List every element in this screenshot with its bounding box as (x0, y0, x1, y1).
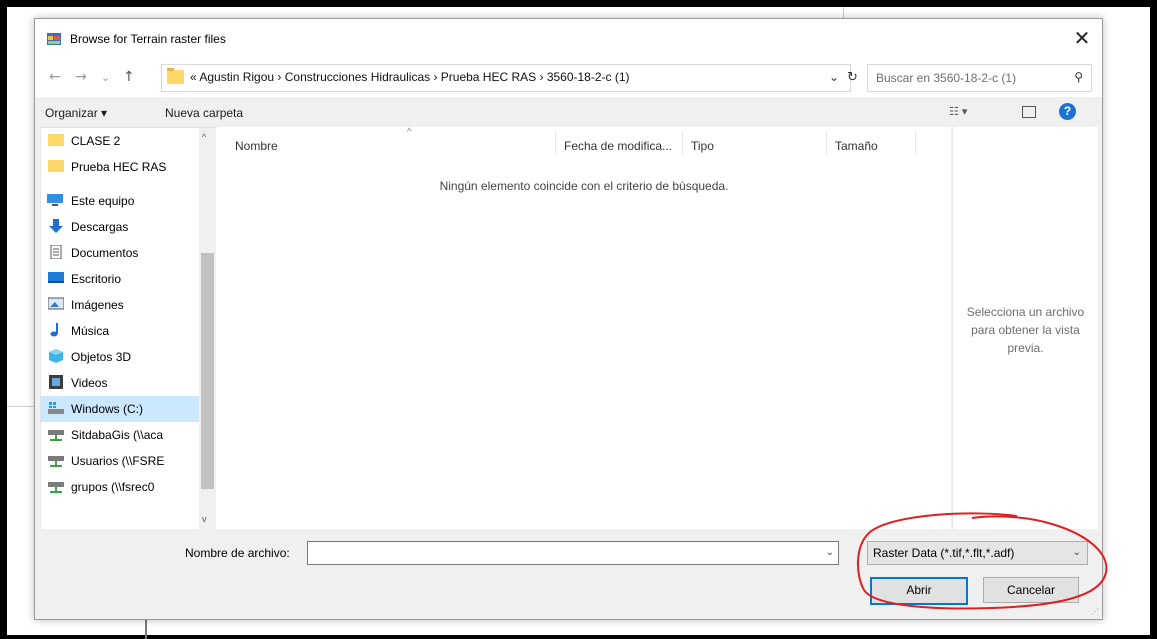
command-toolbar: Organizar ▾ Nueva carpeta ☷ ▾ ? (35, 97, 1102, 127)
file-open-dialog: Browse for Terrain raster files ✕ ← → ⌄ … (34, 18, 1103, 620)
network-drive-icon (48, 430, 64, 441)
nav-item-label: SitdabaGis (\\aca (71, 428, 164, 442)
up-arrow-icon[interactable]: ↑ (123, 69, 135, 85)
forward-arrow-icon[interactable]: → (75, 69, 87, 85)
nav-item-descargas[interactable]: Descargas (41, 214, 199, 240)
dialog-footer: Nombre de archivo: ⌄ Raster Data (*.tif,… (35, 529, 1102, 619)
scroll-down-icon[interactable]: v (202, 514, 207, 524)
nav-item-usuarios[interactable]: Usuarios (\\FSRE (41, 448, 199, 474)
nav-item-label: grupos (\\fsrec0 (71, 480, 155, 494)
nav-item-clase-2[interactable]: CLASE 2 (41, 128, 199, 154)
nav-item-sitdabagis[interactable]: SitdabaGis (\\aca (41, 422, 199, 448)
empty-folder-message: Ningún elemento coincide con el criterio… (439, 179, 729, 193)
nav-item-objetos-3d[interactable]: Objetos 3D (41, 344, 199, 370)
nav-item-imagenes[interactable]: Imágenes (41, 292, 199, 318)
nav-item-prueba-hec-ras[interactable]: Prueba HEC RAS (41, 154, 199, 180)
address-bar: ← → ⌄ ↑ « Agustin Rigou › Construcciones… (35, 59, 1102, 97)
nav-item-label: CLASE 2 (71, 134, 121, 148)
navigation-pane[interactable]: CLASE 2 Prueba HEC RAS Este equipo Desca… (40, 127, 218, 531)
nav-item-label: Videos (71, 376, 108, 390)
folder-icon (167, 68, 184, 84)
nav-item-label: Imágenes (71, 298, 124, 312)
preview-text-line: previa. (1007, 341, 1044, 355)
organize-menu-button[interactable]: Organizar ▾ (45, 106, 107, 120)
search-input[interactable]: Buscar en 3560-18-2-c (1) ⚲ (867, 64, 1092, 92)
download-icon (49, 219, 63, 233)
filename-history-chevron-icon[interactable]: ⌄ (826, 547, 834, 558)
background-window-edge (7, 406, 35, 407)
nav-item-label: Usuarios (\\FSRE (71, 454, 165, 468)
cancel-button[interactable]: Cancelar (983, 577, 1079, 603)
pictures-icon (48, 297, 64, 310)
nav-item-label: Música (71, 324, 110, 338)
nav-item-label: Este equipo (71, 194, 135, 208)
breadcrumb-path[interactable]: « Agustin Rigou › Construcciones Hidraul… (190, 70, 630, 84)
nav-pane-scrollbar[interactable]: ^ v (199, 128, 216, 530)
breadcrumb[interactable]: « Agustin Rigou › Construcciones Hidraul… (161, 64, 851, 92)
nav-item-label: Escritorio (71, 272, 122, 286)
file-type-filter-value: Raster Data (*.tif,*.flt,*.adf) (873, 546, 1015, 560)
nav-item-label: Windows (C:) (71, 402, 144, 416)
computer-icon (47, 194, 63, 206)
filename-field[interactable]: ⌄ (307, 541, 839, 565)
scroll-thumb[interactable] (201, 253, 214, 489)
search-placeholder: Buscar en 3560-18-2-c (1) (876, 71, 1017, 85)
drive-icon (48, 402, 64, 414)
nav-item-documentos[interactable]: Documentos (41, 240, 199, 266)
column-divider[interactable] (915, 131, 916, 155)
preview-pane: Selecciona un archivo para obtener la vi… (952, 127, 1098, 529)
window-title: Browse for Terrain raster files (70, 32, 226, 46)
open-button[interactable]: Abrir (870, 577, 968, 605)
back-arrow-icon[interactable]: ← (49, 69, 61, 85)
nav-item-este-equipo[interactable]: Este equipo (41, 188, 199, 214)
network-drive-icon (48, 456, 64, 467)
desktop-icon (48, 272, 64, 283)
objects3d-icon (49, 349, 63, 363)
new-folder-button[interactable]: Nueva carpeta (165, 106, 243, 120)
column-header-label: Nombre (235, 139, 278, 153)
network-drive-icon (48, 482, 64, 493)
folder-icon (48, 134, 64, 146)
resize-grip-icon[interactable]: ⋰ (1091, 607, 1099, 616)
nav-item-windows-c[interactable]: Windows (C:) (41, 396, 199, 422)
nav-item-grupos[interactable]: grupos (\\fsrec0 (41, 474, 199, 500)
column-header-label: Tamaño (835, 139, 878, 153)
scroll-up-icon[interactable]: ^ (202, 132, 206, 142)
close-button[interactable]: ✕ (1070, 25, 1094, 51)
file-list-pane[interactable]: ^ Nombre Fecha de modifica... Tipo Tamañ… (217, 127, 951, 529)
preview-placeholder-text: Selecciona un archivo para obtener la vi… (953, 303, 1098, 357)
column-header-date[interactable]: Fecha de modifica... (556, 127, 682, 157)
column-header-label: Fecha de modifica... (564, 139, 673, 153)
folder-icon (48, 160, 64, 172)
nav-item-videos[interactable]: Videos (41, 370, 199, 396)
nav-item-label: Prueba HEC RAS (71, 160, 167, 174)
nav-item-label: Objetos 3D (71, 350, 132, 364)
filename-label: Nombre de archivo: (185, 546, 290, 560)
preview-pane-icon[interactable] (1022, 106, 1036, 118)
column-header-label: Tipo (691, 139, 714, 153)
title-bar: Browse for Terrain raster files ✕ (35, 19, 1102, 59)
column-header-name[interactable]: Nombre (227, 127, 527, 157)
preview-text-line: para obtener la vista (971, 323, 1080, 337)
music-icon (50, 323, 58, 337)
app-window-icon (47, 33, 61, 45)
nav-item-escritorio[interactable]: Escritorio (41, 266, 199, 292)
nav-item-label: Documentos (71, 246, 139, 260)
nav-item-label: Descargas (71, 220, 129, 234)
chevron-down-icon[interactable]: ⌄ (1073, 547, 1081, 558)
recent-locations-chevron-icon[interactable]: ⌄ (101, 71, 110, 84)
column-header-size[interactable]: Tamaño (827, 127, 915, 157)
document-icon (50, 245, 62, 259)
file-type-filter-select[interactable]: Raster Data (*.tif,*.flt,*.adf) ⌄ (867, 541, 1088, 565)
nav-item-musica[interactable]: Música (41, 318, 199, 344)
column-header-type[interactable]: Tipo (683, 127, 813, 157)
view-options-icon[interactable]: ☷ ▾ (949, 105, 973, 119)
help-icon[interactable]: ? (1059, 103, 1076, 120)
search-icon[interactable]: ⚲ (1074, 70, 1083, 84)
preview-text-line: Selecciona un archivo (966, 305, 1085, 319)
videos-icon (49, 375, 63, 389)
